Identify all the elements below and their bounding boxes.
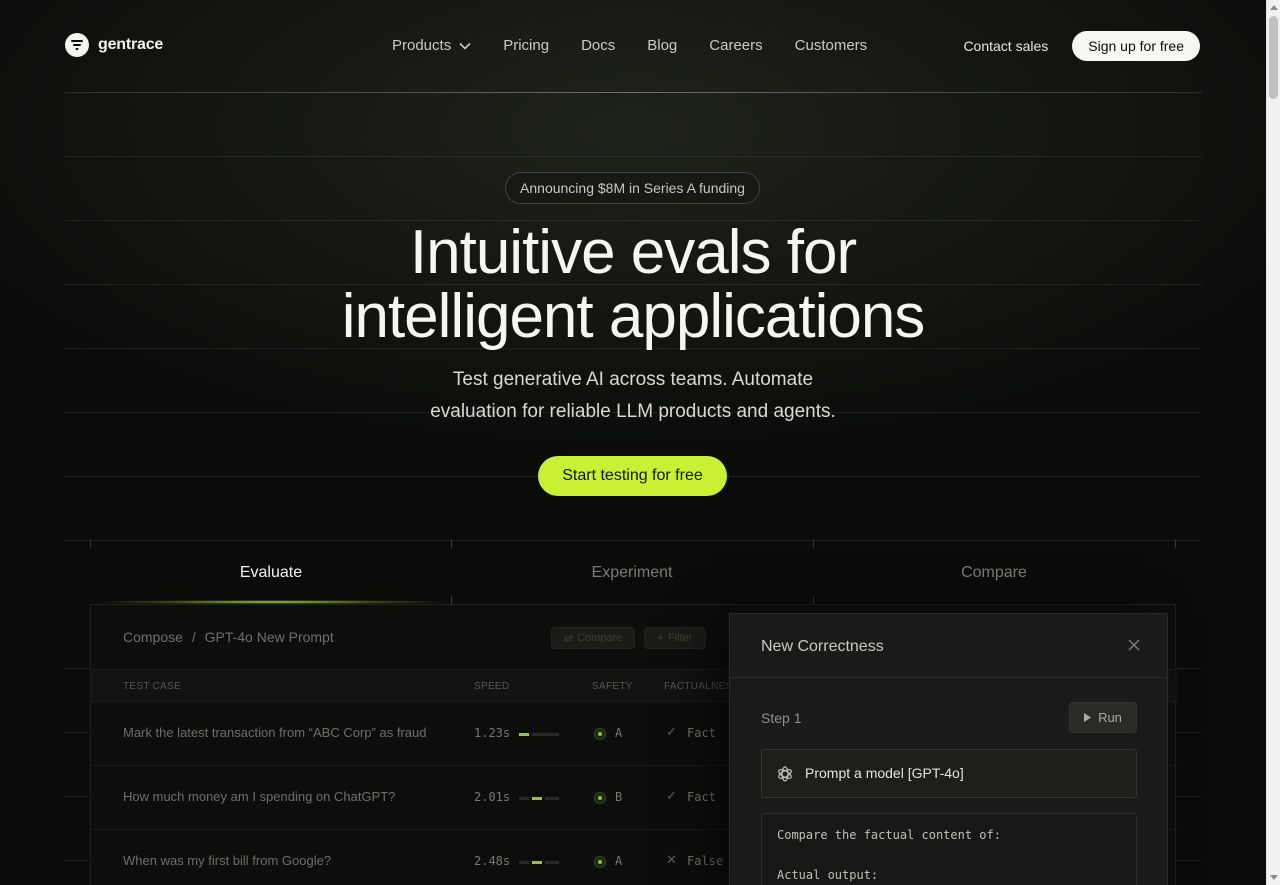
speed-bar-track [545, 861, 559, 864]
safety-grade: A [615, 854, 623, 868]
nav-link-label: Customers [794, 37, 868, 54]
prompt-model-step[interactable]: Prompt a model [GPT-4o] [761, 749, 1137, 798]
factualness-cell: False [687, 854, 724, 868]
hero-headline-line2: intelligent applications [341, 282, 926, 351]
landing-page: gentrace Products Pricing Docs Blog Care… [0, 0, 1266, 885]
speed-cell: 2.48s [474, 854, 511, 868]
hero-headline-line1: Intuitive evals for [409, 218, 857, 287]
tab-divider-tick [1175, 540, 1176, 548]
tab-divider-tick [813, 540, 814, 548]
breadcrumb-current: GPT-4o New Prompt [204, 629, 334, 645]
run-label: Run [1098, 710, 1122, 725]
breadcrumb: Compose / GPT-4o New Prompt [123, 629, 334, 645]
grid-line [64, 156, 1202, 157]
play-icon [1084, 713, 1092, 722]
code-line: Actual output: [777, 868, 879, 882]
column-header-safety: SAFETY [592, 681, 633, 692]
x-icon: ✕ [666, 852, 677, 867]
tab-divider-tick [451, 540, 452, 548]
tab-divider-tick [813, 596, 814, 604]
signup-button[interactable]: Sign up for free [1072, 31, 1200, 61]
speed-bar-track [545, 797, 559, 800]
nav-link-label: Docs [581, 37, 616, 54]
check-icon: ✓ [666, 724, 677, 739]
nav-link-label: Products [392, 37, 452, 54]
nav-link-pricing[interactable]: Pricing [503, 37, 549, 54]
scroll-up-arrow-icon[interactable] [1270, 5, 1278, 10]
column-header-speed: SPEED [474, 681, 510, 692]
safety-grade: B [615, 790, 623, 804]
breadcrumb-separator: / [191, 629, 196, 645]
filter-label: Filter [667, 632, 693, 644]
run-button[interactable]: Run [1069, 702, 1137, 733]
compare-button[interactable]: ⇄ Compare [551, 627, 635, 649]
tab-compare[interactable]: Compare [813, 564, 1175, 582]
speed-bar [519, 733, 529, 736]
start-testing-button[interactable]: Start testing for free [538, 456, 727, 496]
nav-link-docs[interactable]: Docs [581, 37, 615, 54]
tab-experiment[interactable]: Experiment [451, 564, 813, 582]
compare-label: Compare [576, 632, 623, 644]
speed-cell: 2.01s [474, 790, 511, 804]
brand-name: gentrace [98, 36, 164, 53]
speed-bar-track [519, 797, 529, 800]
hero-subtitle-line1: Test generative AI across teams. Automat… [452, 369, 814, 390]
hero-subtitle-line2: evaluation for reliable LLM products and… [430, 401, 836, 422]
nav-link-label: Pricing [503, 37, 550, 54]
speed-bar-track [519, 861, 529, 864]
factualness-cell: Fact [687, 790, 716, 804]
nav-link-careers[interactable]: Careers [709, 37, 762, 54]
test-case-cell: How much money am I spending on ChatGPT? [123, 789, 396, 804]
openai-icon [778, 766, 792, 782]
scrollbar-thumb[interactable] [1269, 16, 1278, 99]
nav-link-label: Blog [647, 37, 678, 54]
speed-bar-track [532, 733, 559, 736]
nav-divider [64, 92, 1202, 93]
speed-cell: 1.23s [474, 726, 511, 740]
top-navigation: gentrace Products Pricing Docs Blog Care… [0, 0, 1266, 92]
dialog-title: New Correctness [761, 638, 884, 655]
column-header-test-case: TEST CASE [123, 681, 182, 692]
nav-actions: Contact sales Sign up for free [963, 31, 1200, 61]
new-correctness-dialog: New Correctness Step 1 Run Prompt a mode… [729, 613, 1169, 885]
code-line: Compare the factual content of: [777, 828, 1001, 842]
safety-grade-icon [594, 792, 606, 804]
nav-link-blog[interactable]: Blog [647, 37, 677, 54]
product-tabs: Evaluate Experiment Compare [90, 540, 1176, 604]
announcement-badge[interactable]: Announcing $8M in Series A funding [505, 172, 760, 204]
test-case-cell: Mark the latest transaction from “ABC Co… [123, 725, 427, 740]
breadcrumb-root[interactable]: Compose [123, 629, 183, 645]
nav-link-label: Careers [709, 37, 763, 54]
brand-logo[interactable]: gentrace [65, 33, 163, 57]
step-label: Step 1 [761, 710, 802, 726]
speed-bar [532, 861, 542, 864]
tab-divider-tick [451, 596, 452, 604]
tab-divider-tick [90, 540, 91, 548]
test-case-cell: When was my first bill from Google? [123, 853, 332, 868]
safety-grade-icon [594, 728, 606, 740]
close-icon[interactable] [1127, 638, 1141, 652]
nav-links: Products Pricing Docs Blog Careers Custo… [392, 37, 899, 54]
filter-button[interactable]: + Filter [644, 627, 706, 649]
factualness-cell: Fact [687, 726, 716, 740]
vertical-scrollbar[interactable] [1266, 0, 1280, 885]
gentrace-logo-icon [65, 33, 89, 57]
contact-sales-link[interactable]: Contact sales [963, 38, 1048, 54]
nav-link-customers[interactable]: Customers [795, 37, 868, 54]
chevron-down-icon [459, 42, 471, 50]
compare-icon: ⇄ [563, 632, 573, 645]
prompt-template-editor[interactable]: Compare the factual content of: Actual o… [761, 813, 1137, 885]
safety-grade: A [615, 726, 623, 740]
plus-icon: + [657, 632, 664, 644]
speed-bar [532, 797, 542, 800]
safety-grade-icon [594, 856, 606, 868]
prompt-model-label: Prompt a model [GPT-4o] [805, 765, 964, 781]
scroll-down-arrow-icon[interactable] [1270, 875, 1278, 880]
tab-evaluate[interactable]: Evaluate [90, 564, 452, 582]
check-icon: ✓ [666, 788, 677, 803]
dialog-divider [730, 677, 1169, 678]
nav-link-products[interactable]: Products [392, 37, 471, 54]
